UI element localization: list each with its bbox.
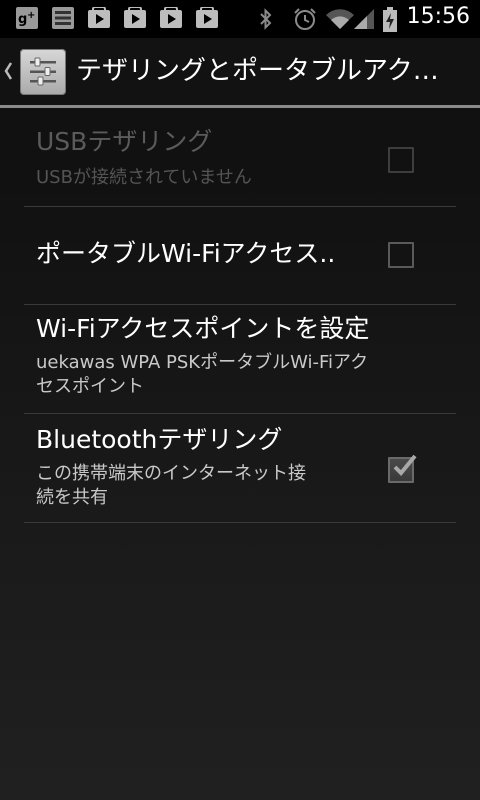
pref-summary-line1: uekawas WPA PSKポータブルWi-Fiアク	[36, 352, 369, 373]
page-title: テザリングとポータブルアク…	[76, 56, 439, 86]
bluetooth-icon	[258, 7, 274, 30]
svg-text:g: g	[18, 12, 27, 27]
play-store-icon[interactable]	[88, 6, 110, 29]
battery-charging-icon	[382, 7, 398, 32]
pref-summary: uekawas WPA PSKポータブルWi-Fiアク セスポイント	[36, 351, 436, 399]
settings-sliders-icon[interactable]	[20, 49, 66, 95]
up-caret-icon[interactable]	[3, 61, 13, 81]
checkmark-icon	[393, 454, 417, 476]
wifi-icon	[325, 7, 355, 29]
action-bar: テザリングとポータブルアク…	[0, 38, 480, 106]
status-bar: g + 15:56	[0, 0, 480, 38]
status-time: 15:56	[406, 4, 470, 29]
google-plus-icon[interactable]: g +	[16, 7, 38, 29]
title-divider	[0, 105, 480, 108]
pref-title: Bluetoothテザリング	[36, 425, 283, 454]
pref-wifi-ap-settings[interactable]: Wi-Fiアクセスポイントを設定 uekawas WPA PSKポータブルWi-…	[24, 305, 456, 414]
pref-summary-line2: 続を共有	[36, 487, 108, 508]
pref-bluetooth-tethering[interactable]: Bluetoothテザリング この携帯端末のインターネット接 続を共有	[24, 414, 456, 523]
alarm-icon	[292, 7, 318, 30]
pref-summary-line2: セスポイント	[36, 376, 144, 397]
screen: g + 15:56 テザリングとポータブルアク… USBテザリング USBが接続…	[0, 0, 480, 800]
pref-title: Wi-Fiアクセスポイントを設定	[36, 314, 370, 343]
bluetooth-tethering-checkbox[interactable]	[388, 454, 417, 483]
pref-summary-line1: この携帯端末のインターネット接	[36, 463, 306, 484]
pref-portable-wifi-hotspot[interactable]: ポータブルWi-Fiアクセス..	[24, 207, 456, 305]
pref-usb-tethering: USBテザリング USBが接続されていません	[24, 110, 456, 207]
menu-icon[interactable]	[52, 7, 74, 29]
svg-text:+: +	[27, 10, 35, 21]
pref-summary: USBが接続されていません	[36, 167, 252, 188]
pref-title: ポータブルWi-Fiアクセス..	[36, 239, 336, 268]
pref-summary: この携帯端末のインターネット接 続を共有	[36, 462, 366, 510]
play-store-icon[interactable]	[124, 6, 146, 29]
preference-list: USBテザリング USBが接続されていません ポータブルWi-Fiアクセス.. …	[24, 110, 456, 523]
portable-wifi-checkbox[interactable]	[388, 242, 414, 268]
play-store-icon[interactable]	[160, 6, 182, 29]
pref-title: USBテザリング	[36, 127, 213, 156]
signal-icon	[353, 7, 375, 29]
play-store-icon[interactable]	[196, 6, 218, 29]
usb-tethering-checkbox	[388, 147, 414, 173]
